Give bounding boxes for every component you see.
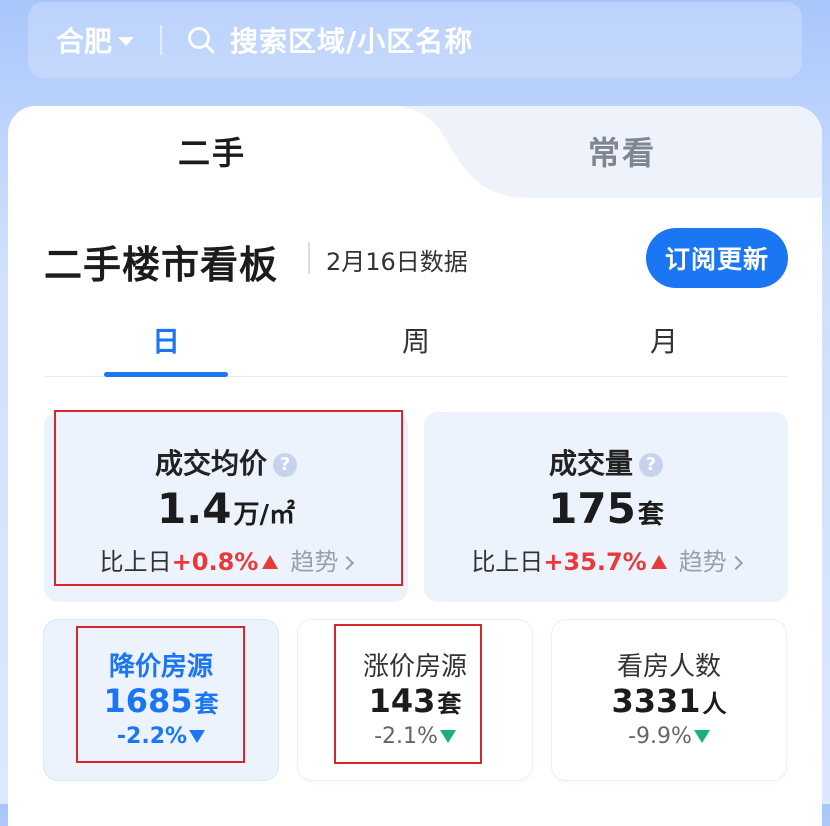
up-arrow-icon: [262, 555, 279, 569]
trend-label: 趋势: [678, 548, 727, 576]
trend-link[interactable]: 趋势: [290, 548, 355, 576]
mini-number: 1685: [103, 682, 193, 720]
change-value: -2.2%: [116, 724, 188, 749]
subscribe-button[interactable]: 订阅更新: [646, 228, 788, 288]
down-arrow-icon: [693, 730, 710, 743]
trend-link[interactable]: 趋势: [678, 548, 743, 576]
compare-label: 比上日: [471, 548, 544, 576]
city-label: 合肥: [56, 25, 113, 58]
stat-unit: 万/㎡: [233, 500, 295, 530]
title-divider: [308, 242, 310, 274]
up-arrow-icon: [650, 555, 667, 569]
mini-unit: 套: [194, 690, 219, 718]
down-arrow-icon: [439, 730, 456, 743]
price-rise-listings-card[interactable]: 涨价房源 143套 -2.1%: [298, 620, 532, 780]
search-bar: 合肥 搜索区域/小区名称: [28, 2, 802, 78]
data-date: 2月16日数据: [326, 248, 468, 276]
tab-active-background: [8, 106, 528, 198]
top-tabs: 二手 常看: [8, 106, 822, 198]
mini-number: 3331: [611, 682, 701, 720]
price-cut-listings-card[interactable]: 降价房源 1685套 -2.2%: [44, 620, 278, 780]
market-board-card: 二手 常看 二手楼市看板 2月16日数据 订阅更新 日 周 月 成交均价? 1.…: [8, 106, 822, 826]
avg-price-title: 成交均价: [154, 447, 267, 480]
mini-value: 143套: [298, 682, 532, 720]
volume-card[interactable]: 成交量? 175套 比上日+35.7% 趋势: [424, 412, 788, 602]
volume-compare: 比上日+35.7% 趋势: [424, 542, 788, 577]
volume-title: 成交量: [548, 447, 633, 480]
down-arrow-icon: [189, 730, 206, 743]
search-input[interactable]: 搜索区域/小区名称: [230, 20, 473, 60]
help-icon[interactable]: ?: [273, 453, 297, 477]
mini-change: -9.9%: [552, 724, 786, 749]
avg-price-value: 1.4万/㎡: [44, 484, 408, 533]
stat-title: 成交量?: [424, 442, 788, 482]
help-icon[interactable]: ?: [639, 453, 663, 477]
chevron-right-icon: [340, 555, 355, 571]
stat-title: 成交均价?: [44, 442, 408, 482]
board-title: 二手楼市看板: [44, 243, 279, 287]
avg-price-card[interactable]: 成交均价? 1.4万/㎡ 比上日+0.8% 趋势: [44, 412, 408, 602]
search-divider: [160, 25, 163, 55]
period-tab-week[interactable]: 周: [356, 320, 476, 360]
period-active-indicator: [104, 372, 228, 377]
change-value: -2.1%: [374, 724, 438, 749]
city-selector[interactable]: 合肥: [56, 20, 135, 60]
compare-label: 比上日: [99, 548, 172, 576]
mini-value: 1685套: [44, 682, 278, 720]
mini-title: 降价房源: [108, 652, 213, 682]
change-value: +35.7%: [543, 548, 647, 576]
mini-change: -2.2%: [44, 724, 278, 749]
avg-price-compare: 比上日+0.8% 趋势: [44, 542, 408, 577]
mini-title: 涨价房源: [362, 652, 467, 682]
mini-value: 3331人: [552, 682, 786, 720]
stat-number: 175: [548, 484, 636, 533]
trend-label: 趋势: [290, 548, 339, 576]
mini-unit: 人: [702, 690, 727, 718]
mini-number: 143: [368, 682, 436, 720]
tab-frequent[interactable]: 常看: [588, 128, 656, 174]
stat-unit: 套: [637, 500, 664, 530]
change-value: +0.8%: [171, 548, 259, 576]
chevron-right-icon: [728, 555, 743, 571]
stat-number: 1.4: [157, 484, 232, 533]
tab-second-hand[interactable]: 二手: [178, 128, 246, 174]
period-tab-month[interactable]: 月: [604, 320, 724, 360]
change-value: -9.9%: [628, 724, 692, 749]
caret-down-icon: [118, 37, 135, 46]
search-icon: [186, 25, 216, 55]
period-tab-day[interactable]: 日: [106, 320, 226, 360]
mini-unit: 套: [437, 690, 462, 718]
mini-change: -2.1%: [298, 724, 532, 749]
mini-title: 看房人数: [616, 652, 721, 682]
viewers-count-card[interactable]: 看房人数 3331人 -9.9%: [552, 620, 786, 780]
volume-value: 175套: [424, 484, 788, 533]
